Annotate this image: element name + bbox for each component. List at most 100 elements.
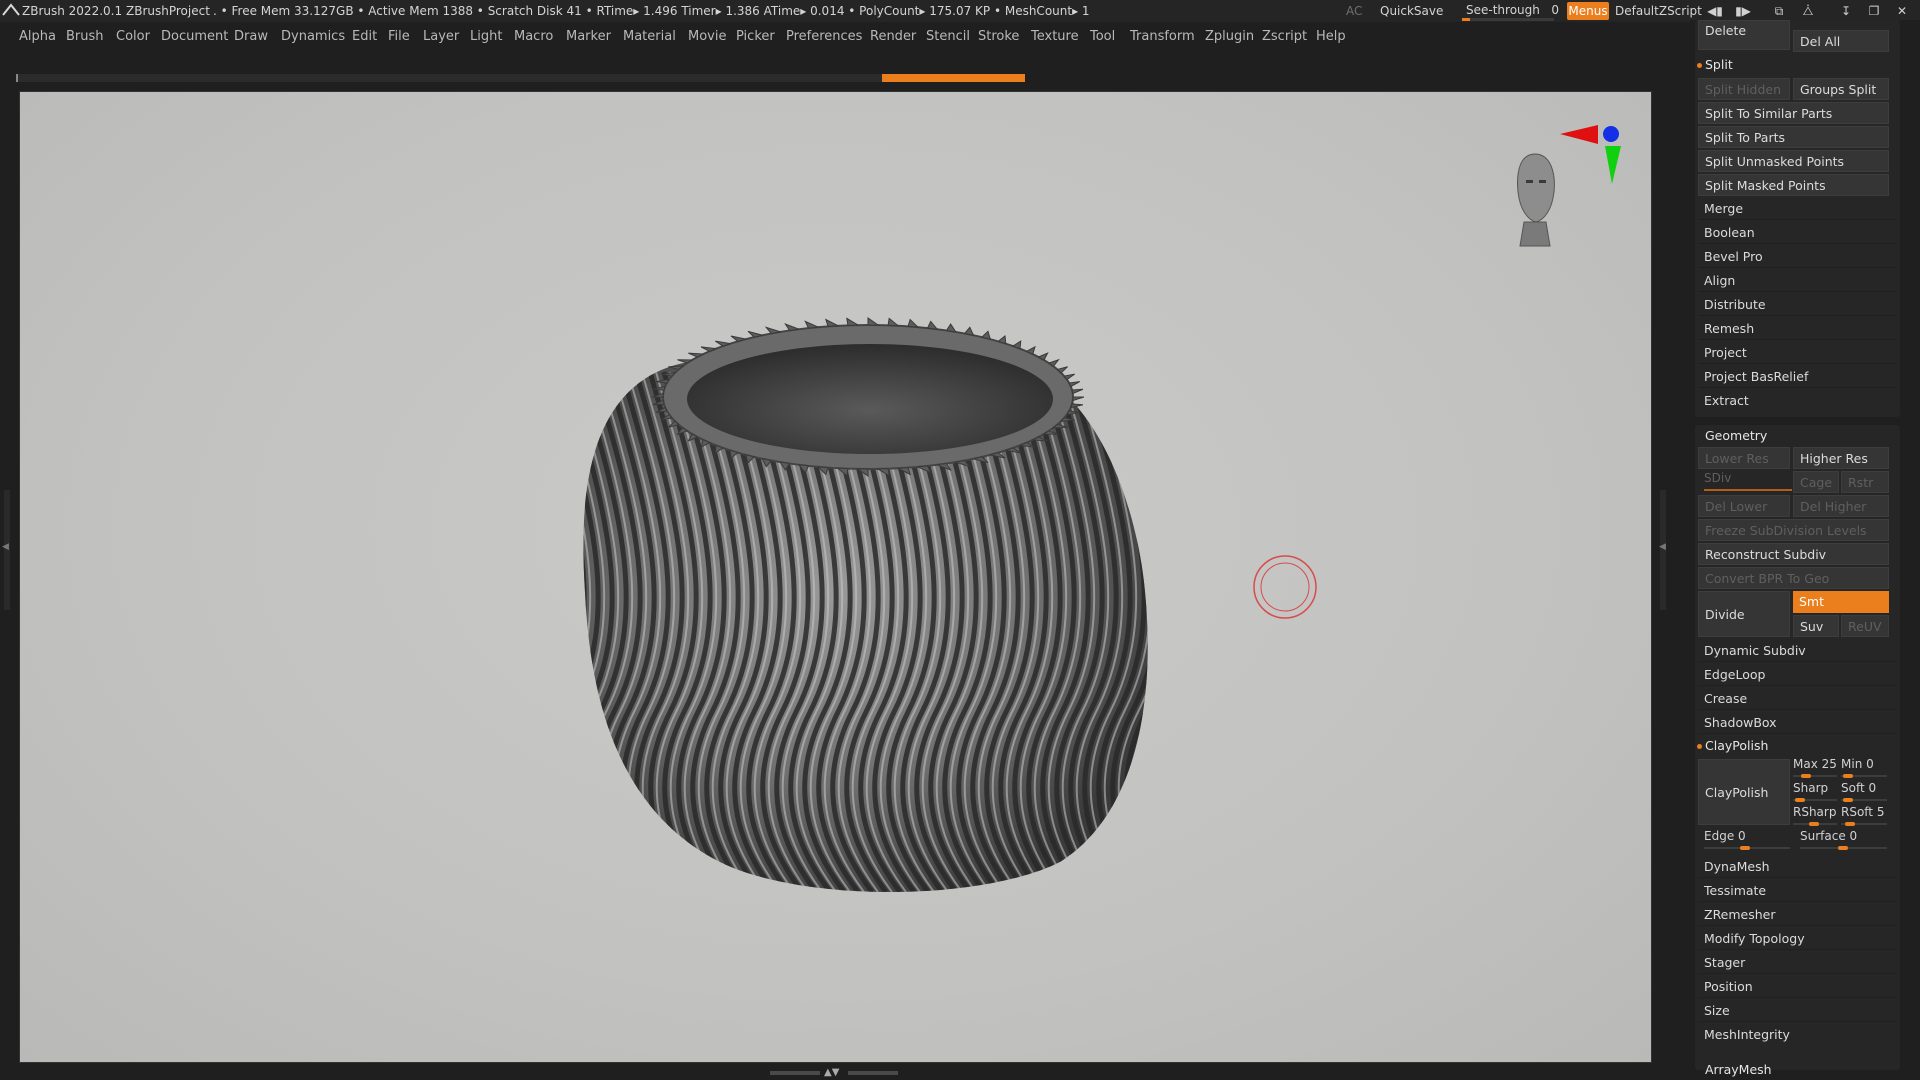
menu-preferences[interactable]: Preferences	[786, 29, 862, 44]
freeze-subdiv-button[interactable]: Freeze SubDivision Levels	[1698, 519, 1889, 541]
menu-texture[interactable]: Texture	[1031, 29, 1079, 44]
align-section[interactable]: Align	[1698, 270, 1896, 292]
delete-button[interactable]: Delete	[1698, 20, 1790, 50]
convert-bpr-button[interactable]: Convert BPR To Geo	[1698, 567, 1889, 589]
menu-marker[interactable]: Marker	[566, 29, 611, 44]
edge-slider[interactable]: Edge 0	[1704, 829, 1792, 851]
menu-material[interactable]: Material	[623, 29, 676, 44]
arraymesh-header[interactable]: ArrayMesh	[1705, 1062, 1772, 1077]
rsharp-knob[interactable]	[1809, 822, 1819, 826]
see-through-slider[interactable]: See-through 0	[1462, 1, 1559, 21]
merge-section[interactable]: Merge	[1698, 198, 1896, 220]
edgeloop-section[interactable]: EdgeLoop	[1698, 664, 1896, 686]
size-section[interactable]: Size	[1698, 1000, 1896, 1022]
extract-section[interactable]: Extract	[1698, 390, 1896, 412]
modify-topology-section[interactable]: Modify Topology	[1698, 928, 1896, 950]
menu-dynamics[interactable]: Dynamics	[281, 29, 345, 44]
divide-button[interactable]: Divide	[1698, 591, 1790, 637]
menu-macro[interactable]: Macro	[514, 29, 553, 44]
surface-knob[interactable]	[1838, 846, 1848, 850]
active-tab-indicator[interactable]	[882, 74, 1025, 82]
quicksave-button[interactable]: QuickSave	[1380, 4, 1443, 18]
claypolish-header[interactable]: ClayPolish	[1705, 738, 1768, 753]
split-hidden-button[interactable]: Split Hidden	[1698, 78, 1790, 100]
higher-res-button[interactable]: Higher Res	[1793, 447, 1889, 469]
remesh-section[interactable]: Remesh	[1698, 318, 1896, 340]
distribute-section[interactable]: Distribute	[1698, 294, 1896, 316]
boolean-section[interactable]: Boolean	[1698, 222, 1896, 244]
project-basrelief-section[interactable]: Project BasRelief	[1698, 366, 1896, 388]
bottom-shelf-grip[interactable]: ▲▼	[770, 1067, 900, 1078]
cascade-window-icon[interactable]: ⧊	[1800, 3, 1816, 19]
split-header[interactable]: Split	[1705, 57, 1733, 72]
menu-movie[interactable]: Movie	[688, 29, 726, 44]
stager-section[interactable]: Stager	[1698, 952, 1896, 974]
dynamic-subdiv-section[interactable]: Dynamic Subdiv	[1698, 640, 1896, 662]
restore-icon[interactable]: ❐	[1866, 3, 1882, 19]
rsoft-knob[interactable]	[1845, 822, 1855, 826]
reuv-toggle[interactable]: ReUV	[1841, 615, 1889, 637]
menu-transform[interactable]: Transform	[1130, 29, 1195, 44]
sharp-knob[interactable]	[1795, 798, 1805, 802]
geometry-header[interactable]: Geometry	[1705, 428, 1767, 443]
menus-toggle-button[interactable]: Menus	[1567, 2, 1609, 20]
menu-help[interactable]: Help	[1316, 29, 1346, 44]
layout-right-icon[interactable]: ▮▶	[1735, 3, 1751, 19]
crease-section[interactable]: Crease	[1698, 688, 1896, 710]
document-canvas[interactable]	[19, 91, 1652, 1063]
menu-file[interactable]: File	[388, 29, 410, 44]
rsoft-slider[interactable]: RSoft 5	[1841, 805, 1889, 827]
sharp-slider[interactable]: Sharp	[1793, 781, 1839, 803]
menu-layer[interactable]: Layer	[423, 29, 459, 44]
layout-left-icon[interactable]: ◀▮	[1707, 3, 1723, 19]
project-section[interactable]: Project	[1698, 342, 1896, 364]
shadowbox-section[interactable]: ShadowBox	[1698, 712, 1896, 734]
del-higher-button[interactable]: Del Higher	[1793, 495, 1889, 517]
zremesher-section[interactable]: ZRemesher	[1698, 904, 1896, 926]
close-icon[interactable]: ✕	[1894, 3, 1910, 19]
menu-alpha[interactable]: Alpha	[19, 29, 56, 44]
split-unmasked-button[interactable]: Split Unmasked Points	[1698, 150, 1889, 172]
menu-light[interactable]: Light	[470, 29, 502, 44]
edge-knob[interactable]	[1740, 846, 1750, 850]
groups-split-button[interactable]: Groups Split	[1793, 78, 1889, 100]
right-expand-arrow-icon[interactable]: ◀	[1659, 542, 1666, 552]
split-masked-button[interactable]: Split Masked Points	[1698, 174, 1889, 196]
menu-render[interactable]: Render	[870, 29, 916, 44]
smt-toggle[interactable]: Smt	[1793, 591, 1889, 613]
menu-tool[interactable]: Tool	[1090, 29, 1115, 44]
max-knob[interactable]	[1801, 774, 1811, 778]
split-similar-button[interactable]: Split To Similar Parts	[1698, 102, 1889, 124]
minimize-icon[interactable]: ↧	[1838, 3, 1854, 19]
lower-res-button[interactable]: Lower Res	[1698, 447, 1790, 469]
suv-toggle[interactable]: Suv	[1793, 615, 1839, 637]
surface-slider[interactable]: Surface 0	[1800, 829, 1889, 851]
menu-stroke[interactable]: Stroke	[978, 29, 1019, 44]
del-all-button[interactable]: Del All	[1793, 30, 1889, 52]
dynamesh-section[interactable]: DynaMesh	[1698, 856, 1896, 878]
sdiv-slider[interactable]: SDiv	[1704, 471, 1792, 493]
menu-color[interactable]: Color	[116, 29, 150, 44]
default-zscript-button[interactable]: DefaultZScript	[1615, 4, 1702, 18]
split-to-parts-button[interactable]: Split To Parts	[1698, 126, 1889, 148]
max-slider[interactable]: Max 25	[1793, 757, 1839, 779]
tile-window-icon[interactable]: ⧉	[1771, 3, 1787, 19]
menu-edit[interactable]: Edit	[352, 29, 377, 44]
min-slider[interactable]: Min 0	[1841, 757, 1889, 779]
menu-picker[interactable]: Picker	[736, 29, 775, 44]
left-expand-arrow-icon[interactable]: ◀	[2, 542, 9, 552]
bevel-pro-section[interactable]: Bevel Pro	[1698, 246, 1896, 268]
menu-document[interactable]: Document	[161, 29, 228, 44]
min-knob[interactable]	[1843, 774, 1853, 778]
soft-slider[interactable]: Soft 0	[1841, 781, 1889, 803]
menu-stencil[interactable]: Stencil	[926, 29, 970, 44]
menu-brush[interactable]: Brush	[66, 29, 104, 44]
soft-knob[interactable]	[1843, 798, 1853, 802]
reconstruct-subdiv-button[interactable]: Reconstruct Subdiv	[1698, 543, 1889, 565]
claypolish-button[interactable]: ClayPolish	[1698, 759, 1790, 825]
rstr-button[interactable]: Rstr	[1841, 471, 1889, 493]
meshintegrity-section[interactable]: MeshIntegrity	[1698, 1024, 1896, 1046]
cage-button[interactable]: Cage	[1793, 471, 1839, 493]
expand-up-down-icon[interactable]: ▲▼	[824, 1067, 839, 1078]
rsharp-slider[interactable]: RSharp	[1793, 805, 1839, 827]
